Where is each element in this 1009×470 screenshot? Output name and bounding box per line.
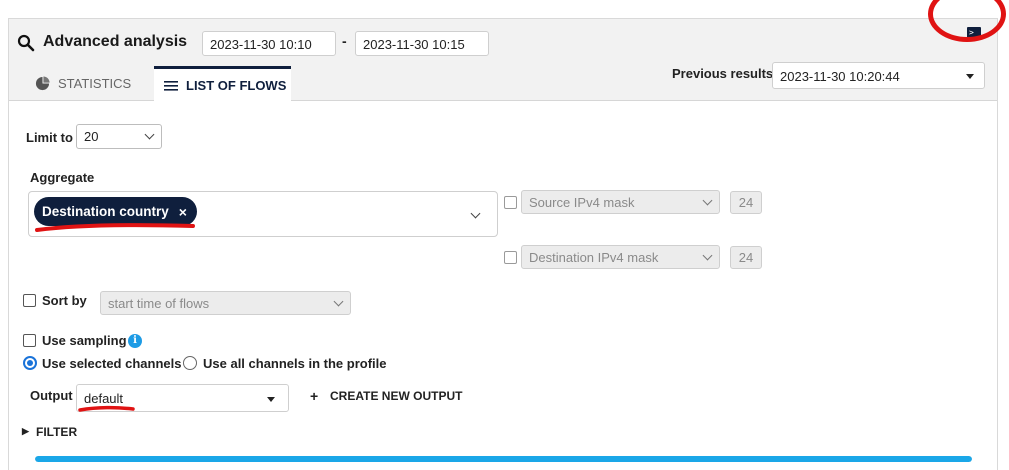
aggregate-label: Aggregate xyxy=(30,170,95,185)
sort-value: start time of flows xyxy=(108,296,210,311)
output-value: default xyxy=(84,391,124,406)
output-select[interactable]: default xyxy=(76,384,289,412)
sort-checkbox[interactable] xyxy=(23,294,36,307)
output-label: Output xyxy=(30,388,73,403)
previous-results-select[interactable]: 2023-11-30 10:20:44 xyxy=(772,62,985,89)
page-title: Advanced analysis xyxy=(43,33,188,50)
aggregate-multiselect[interactable]: Destination country × xyxy=(28,191,498,237)
sort-label: Sort by xyxy=(42,293,87,308)
limit-value: 20 xyxy=(84,129,99,144)
filter-toggle[interactable]: FILTER xyxy=(36,425,77,439)
chevron-down-icon xyxy=(144,129,155,140)
sampling-checkbox[interactable] xyxy=(23,334,36,347)
list-icon xyxy=(164,80,178,91)
limit-label: Limit to xyxy=(26,130,73,145)
plus-icon: + xyxy=(310,388,319,404)
sampling-label: Use sampling xyxy=(42,333,127,348)
chevron-down-icon xyxy=(333,296,344,307)
info-icon[interactable]: i xyxy=(128,334,142,348)
tab-list-of-flows[interactable]: LIST OF FLOWS xyxy=(154,66,291,102)
terminal-icon[interactable]: >_ xyxy=(967,27,981,40)
source-mask-select[interactable]: Source IPv4 mask xyxy=(521,190,720,214)
progress-fill xyxy=(35,456,972,462)
chip-close-icon[interactable]: × xyxy=(179,204,187,220)
all-channels-label: Use all channels in the profile xyxy=(203,356,387,371)
chevron-down-icon xyxy=(702,195,713,206)
tab-statistics[interactable]: STATISTICS xyxy=(35,66,131,101)
chevron-down-icon xyxy=(702,250,713,261)
date-from-input[interactable]: 2023-11-30 10:10 xyxy=(202,31,336,56)
dest-mask-number[interactable]: 24 xyxy=(730,246,762,269)
tab-list-of-flows-label: LIST OF FLOWS xyxy=(186,78,287,93)
search-icon xyxy=(17,34,35,52)
caret-down-icon xyxy=(966,74,974,79)
radio-all-channels[interactable] xyxy=(183,356,197,370)
previous-results-label: Previous results xyxy=(672,66,774,81)
panel-header: Advanced analysis 2023-11-30 10:10 - 202… xyxy=(9,19,997,102)
date-separator: - xyxy=(342,33,347,49)
source-mask-placeholder: Source IPv4 mask xyxy=(529,195,635,210)
source-mask-number[interactable]: 24 xyxy=(730,191,762,214)
progress-bar xyxy=(35,456,972,462)
aggregate-chip-label: Destination country xyxy=(42,204,169,219)
dest-mask-select[interactable]: Destination IPv4 mask xyxy=(521,245,720,269)
tab-statistics-label: STATISTICS xyxy=(58,76,132,91)
chevron-down-icon xyxy=(470,208,481,219)
selected-channels-label: Use selected channels xyxy=(42,356,182,371)
create-output-button[interactable]: CREATE NEW OUTPUT xyxy=(330,389,462,403)
advanced-analysis-panel: Advanced analysis 2023-11-30 10:10 - 202… xyxy=(8,18,998,470)
dest-mask-placeholder: Destination IPv4 mask xyxy=(529,250,659,265)
caret-down-icon xyxy=(267,397,275,402)
radio-selected-channels[interactable] xyxy=(23,356,37,370)
sort-select[interactable]: start time of flows xyxy=(100,291,351,315)
previous-results-value: 2023-11-30 10:20:44 xyxy=(780,69,900,84)
expand-arrow-icon: ▶ xyxy=(22,426,29,436)
limit-select[interactable]: 20 xyxy=(76,124,162,149)
source-mask-checkbox[interactable] xyxy=(504,196,517,209)
pie-chart-icon xyxy=(35,76,50,91)
dest-mask-checkbox[interactable] xyxy=(504,251,517,264)
aggregate-chip: Destination country × xyxy=(34,197,197,226)
date-to-input[interactable]: 2023-11-30 10:15 xyxy=(355,31,489,56)
